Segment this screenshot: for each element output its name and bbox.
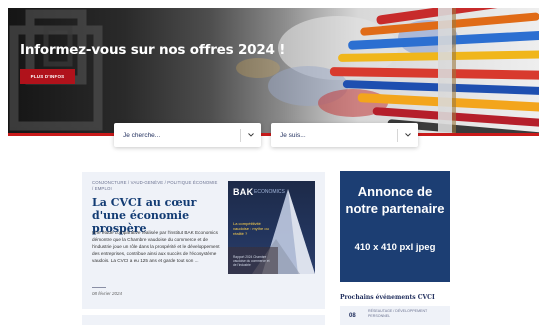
search-select-looking-for[interactable]: Je cherche... (114, 123, 261, 147)
hero-title: Informez-vous sur nos offres 2024 ! (20, 42, 286, 58)
partner-ad[interactable]: Annonce de notre partenaire 410 x 410 px… (340, 171, 450, 282)
ad-headline: Annonce de notre partenaire (345, 184, 445, 216)
article-excerpt: Une étude comparative réalisée par l'ins… (92, 230, 220, 263)
ad-size-text: 410 x 410 pxl jpeg (354, 242, 436, 253)
page: Informez-vous sur nos offres 2024 ! PLUS… (0, 0, 539, 325)
thumbnail-caption: La compétitivité vaudoise : mythe ou réa… (233, 221, 269, 236)
bak-logo: BAK (233, 187, 254, 197)
event-item[interactable]: 08 RÉSEAUTAGE / DÉVELOPPEMENT PERSONNEL (340, 306, 450, 325)
article-card[interactable] (82, 315, 325, 325)
event-tags: RÉSEAUTAGE / DÉVELOPPEMENT PERSONNEL (368, 309, 428, 318)
search-select-i-am-label: Je suis... (280, 131, 306, 139)
more-info-button[interactable]: PLUS D'INFOS (20, 69, 75, 84)
article-tags[interactable]: CONJONCTURE / VAUD-GENÈVE / POLITIQUE ÉC… (92, 180, 220, 192)
search-select-i-am[interactable]: Je suis... (271, 123, 418, 147)
chevron-down-icon[interactable] (398, 133, 418, 137)
chevron-down-icon[interactable] (241, 133, 261, 137)
hero-paintbrushes-image (9, 8, 539, 136)
event-day: 08 (349, 313, 356, 319)
thumbnail-footer: Rapport 2024 Chambre vaudoise du commerc… (233, 255, 270, 268)
search-select-looking-for-label: Je cherche... (123, 131, 161, 139)
events-heading: Prochains événements CVCI (340, 294, 435, 301)
article-thumbnail[interactable]: BAK ECONOMICS La compétitivité vaudoise … (228, 181, 315, 274)
hero-banner: Informez-vous sur nos offres 2024 ! PLUS… (8, 8, 539, 136)
article-divider (92, 287, 106, 288)
bak-logo-suffix: ECONOMICS (254, 189, 285, 195)
article-date: 08 février 2024 (92, 291, 123, 296)
